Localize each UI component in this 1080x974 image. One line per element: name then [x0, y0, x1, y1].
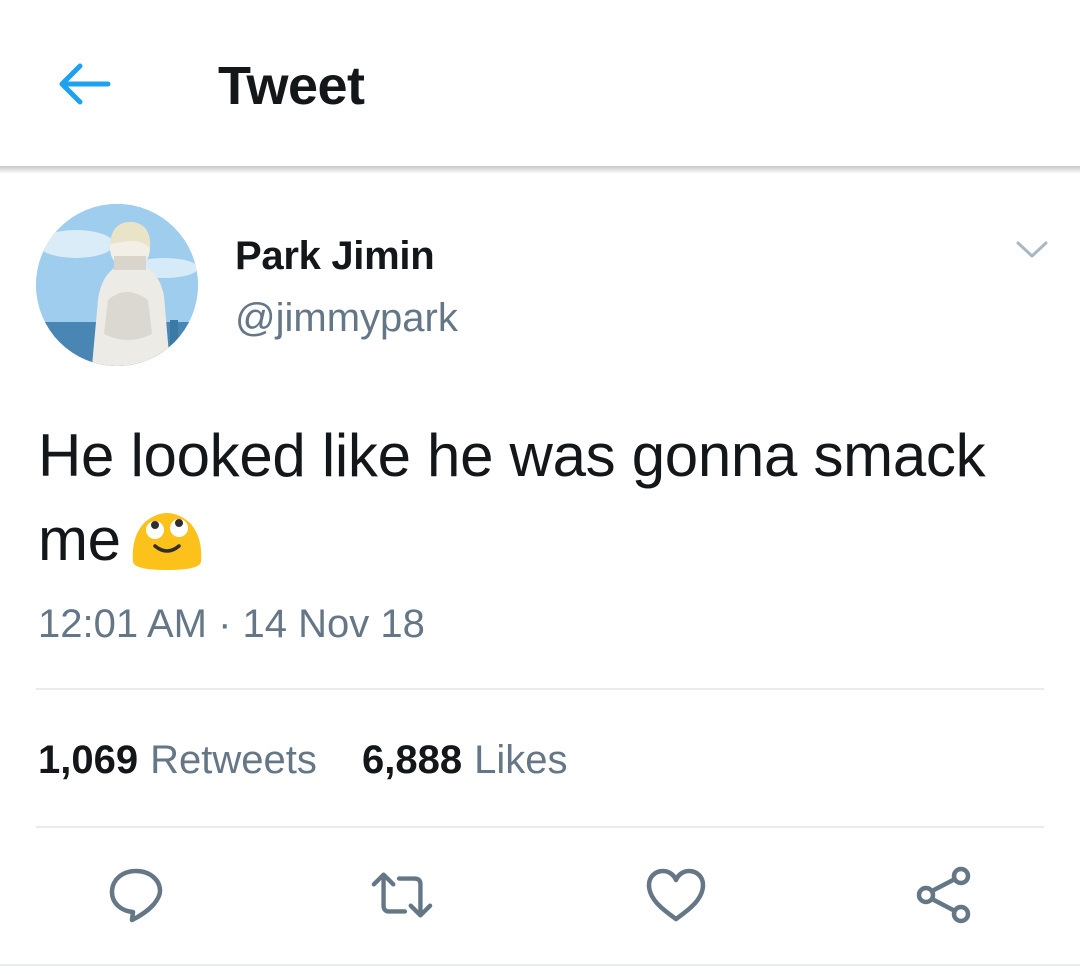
author-display-name[interactable]: Park Jimin [235, 230, 435, 282]
profile-photo-image [36, 204, 198, 366]
retweet-button[interactable] [370, 864, 434, 926]
share-icon [916, 866, 971, 924]
likes-count: 6,888 [361, 738, 463, 782]
chevron-down-icon [1016, 241, 1048, 258]
avatar[interactable] [36, 204, 198, 366]
like-button[interactable] [644, 864, 708, 926]
reply-icon [109, 868, 163, 923]
header-divider [0, 166, 1080, 174]
tweet-detail-screen: Tweet Park Jimin @jimmypark He looked li… [0, 0, 1080, 974]
tweet-text: He looked like he was gonna smack me [38, 414, 1048, 582]
share-button[interactable] [912, 864, 976, 926]
arrow-left-icon [59, 63, 111, 105]
likes-label: Likes [474, 738, 568, 782]
reply-button[interactable] [104, 864, 168, 926]
tweet-menu-button[interactable] [1012, 232, 1052, 268]
relieved-face-emoji [127, 506, 207, 572]
retweets-label: Retweets [150, 738, 317, 782]
back-button[interactable] [54, 58, 114, 110]
retweet-icon [371, 872, 433, 918]
retweets-count: 1,069 [38, 738, 139, 782]
author-handle[interactable]: @jimmypark [235, 292, 458, 344]
page-title: Tweet [218, 56, 365, 116]
divider [36, 826, 1044, 828]
tweet-stats: 1,069 Retweets 6,888 Likes [38, 732, 601, 788]
top-app-bar: Tweet [0, 0, 1080, 168]
bottom-divider [0, 964, 1080, 966]
likes-stat[interactable]: 6,888 Likes [362, 732, 568, 788]
tweet-timestamp: 12:01 AM · 14 Nov 18 [38, 602, 425, 646]
heart-icon [646, 868, 706, 922]
divider [36, 688, 1044, 690]
retweets-stat[interactable]: 1,069 Retweets [38, 732, 317, 788]
